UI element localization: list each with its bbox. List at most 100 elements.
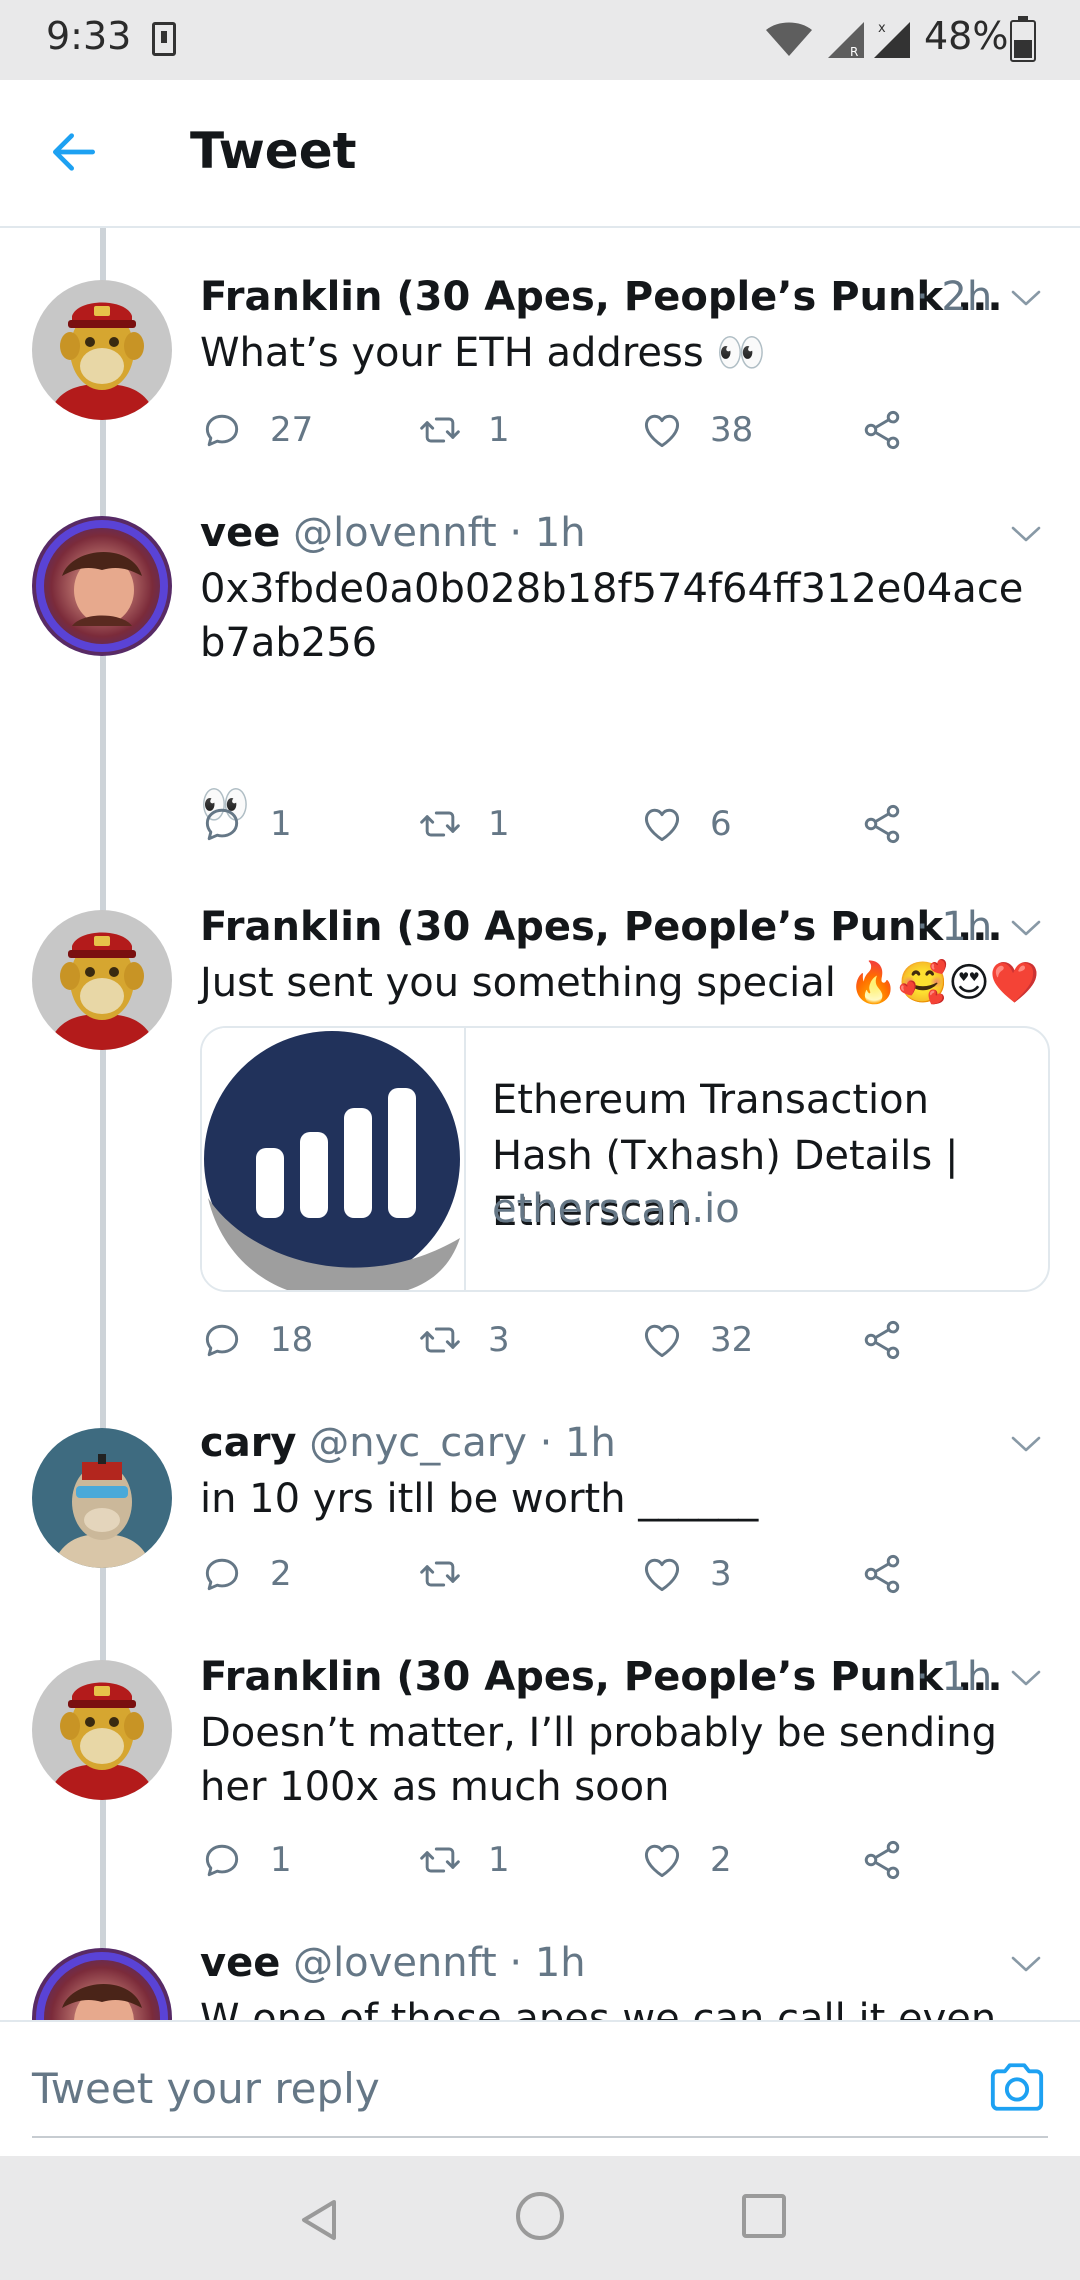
retweet-button[interactable]: 3 bbox=[418, 1318, 510, 1362]
tweet-text: 0x3fbde0a0b028b18f574f64ff312e04aceb7ab2… bbox=[200, 566, 1024, 828]
retweet-button[interactable]: 1 bbox=[418, 802, 510, 846]
wifi-icon bbox=[766, 22, 812, 56]
avatar[interactable] bbox=[32, 516, 172, 656]
tweet-actions: 1 1 6 bbox=[200, 802, 960, 852]
tweet-header: Franklin (30 Apes, People’s Punk ... bbox=[200, 1654, 1003, 1700]
like-count: 32 bbox=[710, 1320, 754, 1360]
svg-text:R: R bbox=[850, 45, 858, 59]
retweet-count: 3 bbox=[488, 1320, 510, 1360]
heart-icon bbox=[640, 408, 684, 452]
nav-home-icon[interactable] bbox=[516, 2192, 564, 2240]
reply-button[interactable]: 1 bbox=[200, 802, 292, 846]
status-time: 9:33 bbox=[46, 14, 132, 58]
like-button[interactable]: 38 bbox=[640, 408, 753, 452]
tweet-text: W one of those apes we can call it even … bbox=[200, 1996, 997, 2020]
avatar[interactable] bbox=[32, 1428, 172, 1568]
page-title: Tweet bbox=[190, 122, 357, 180]
etherscan-logo-icon bbox=[202, 1028, 466, 1290]
retweet-button[interactable]: 1 bbox=[418, 408, 510, 452]
reply-count: 27 bbox=[270, 410, 314, 450]
share-icon bbox=[860, 802, 904, 846]
signal-icon: R x bbox=[828, 21, 910, 59]
tweet-text: in 10 yrs itll be worth ______ bbox=[200, 1476, 759, 1522]
like-button[interactable]: 2 bbox=[640, 1838, 732, 1882]
tweet-timestamp: · 1h bbox=[916, 904, 993, 950]
retweet-icon bbox=[418, 802, 462, 846]
reply-count: 18 bbox=[270, 1320, 314, 1360]
chevron-down-icon[interactable] bbox=[1010, 524, 1042, 544]
retweet-count: 1 bbox=[488, 804, 510, 844]
tweet-actions: 18 3 32 bbox=[200, 1318, 960, 1368]
chevron-down-icon[interactable] bbox=[1010, 288, 1042, 308]
author-handle: @nyc_cary · 1h bbox=[309, 1420, 616, 1466]
system-navigation-bar bbox=[0, 2156, 1080, 2280]
speech-bubble-icon bbox=[200, 408, 244, 452]
like-button[interactable]: 6 bbox=[640, 802, 732, 846]
speech-bubble-icon bbox=[200, 802, 244, 846]
link-domain: etherscan.io bbox=[492, 1186, 740, 1232]
share-button[interactable] bbox=[860, 1552, 904, 1596]
chevron-down-icon[interactable] bbox=[1010, 1434, 1042, 1454]
avatar[interactable] bbox=[32, 910, 172, 1050]
speech-bubble-icon bbox=[200, 1552, 244, 1596]
like-count: 38 bbox=[710, 410, 754, 450]
author-handle: @lovennft · 1h bbox=[293, 510, 586, 556]
retweet-button[interactable]: 1 bbox=[418, 1838, 510, 1882]
tweet-header: Franklin (30 Apes, People’s Punk ... bbox=[200, 904, 1003, 950]
tweet-text: What’s your ETH address 👀 bbox=[200, 330, 767, 376]
arrow-left-icon[interactable] bbox=[46, 124, 102, 180]
share-icon bbox=[860, 1838, 904, 1882]
status-bar: 9:33 R x 48% bbox=[0, 0, 1080, 80]
avatar[interactable] bbox=[32, 280, 172, 420]
author-handle: @lovennft · 1h bbox=[293, 1940, 586, 1986]
reply-button[interactable]: 1 bbox=[200, 1838, 292, 1882]
share-button[interactable] bbox=[860, 802, 904, 846]
chevron-down-icon[interactable] bbox=[1010, 918, 1042, 938]
author-name[interactable]: cary bbox=[200, 1420, 297, 1466]
avatar[interactable] bbox=[32, 1660, 172, 1800]
retweet-count: 1 bbox=[488, 410, 510, 450]
nav-recents-icon[interactable] bbox=[742, 2194, 786, 2238]
like-count: 3 bbox=[710, 1554, 732, 1594]
tweet-text: Just sent you something special 🔥🥰😍❤️ bbox=[200, 960, 1040, 1006]
author-name[interactable]: Franklin (30 Apes, People’s Punk ... bbox=[200, 274, 1003, 320]
chevron-down-icon[interactable] bbox=[1010, 1668, 1042, 1688]
like-button[interactable]: 32 bbox=[640, 1318, 753, 1362]
tweet-text: Doesn’t matter, I’ll probably be sending… bbox=[200, 1710, 1010, 1810]
avatar[interactable] bbox=[32, 1948, 172, 2020]
reply-count: 1 bbox=[270, 804, 292, 844]
retweet-icon bbox=[418, 1552, 462, 1596]
like-count: 2 bbox=[710, 1840, 732, 1880]
author-name[interactable]: Franklin (30 Apes, People’s Punk ... bbox=[200, 1654, 1003, 1700]
tweet-timestamp: · 1h bbox=[916, 1654, 993, 1700]
heart-icon bbox=[640, 1552, 684, 1596]
like-count: 6 bbox=[710, 804, 732, 844]
share-button[interactable] bbox=[860, 1838, 904, 1882]
link-preview-card[interactable]: Ethereum Transaction Hash (Txhash) Detai… bbox=[200, 1026, 1050, 1292]
camera-icon[interactable] bbox=[988, 2060, 1046, 2114]
heart-icon bbox=[640, 802, 684, 846]
share-icon bbox=[860, 408, 904, 452]
tweet-header: cary @nyc_cary · 1h bbox=[200, 1420, 616, 1466]
reply-input[interactable]: Tweet your reply bbox=[32, 2064, 380, 2113]
tweet-header: vee @lovennft · 1h bbox=[200, 510, 586, 556]
reply-count: 2 bbox=[270, 1554, 292, 1594]
share-button[interactable] bbox=[860, 408, 904, 452]
share-icon bbox=[860, 1552, 904, 1596]
reply-count: 1 bbox=[270, 1840, 292, 1880]
nav-back-icon[interactable] bbox=[296, 2196, 344, 2244]
tweet-item[interactable]: vee @lovennft · 1h W one of those apes w… bbox=[0, 1930, 1080, 2020]
author-name[interactable]: vee bbox=[200, 1940, 280, 1986]
reply-button[interactable]: 27 bbox=[200, 408, 313, 452]
retweet-count: 1 bbox=[488, 1840, 510, 1880]
chevron-down-icon[interactable] bbox=[1010, 1954, 1042, 1974]
top-app-bar: Tweet bbox=[0, 80, 1080, 228]
author-name[interactable]: vee bbox=[200, 510, 280, 556]
retweet-icon bbox=[418, 1838, 462, 1882]
share-button[interactable] bbox=[860, 1318, 904, 1362]
reply-button[interactable]: 2 bbox=[200, 1552, 292, 1596]
retweet-button[interactable] bbox=[418, 1552, 488, 1596]
author-name[interactable]: Franklin (30 Apes, People’s Punk ... bbox=[200, 904, 1003, 950]
like-button[interactable]: 3 bbox=[640, 1552, 732, 1596]
reply-button[interactable]: 18 bbox=[200, 1318, 313, 1362]
